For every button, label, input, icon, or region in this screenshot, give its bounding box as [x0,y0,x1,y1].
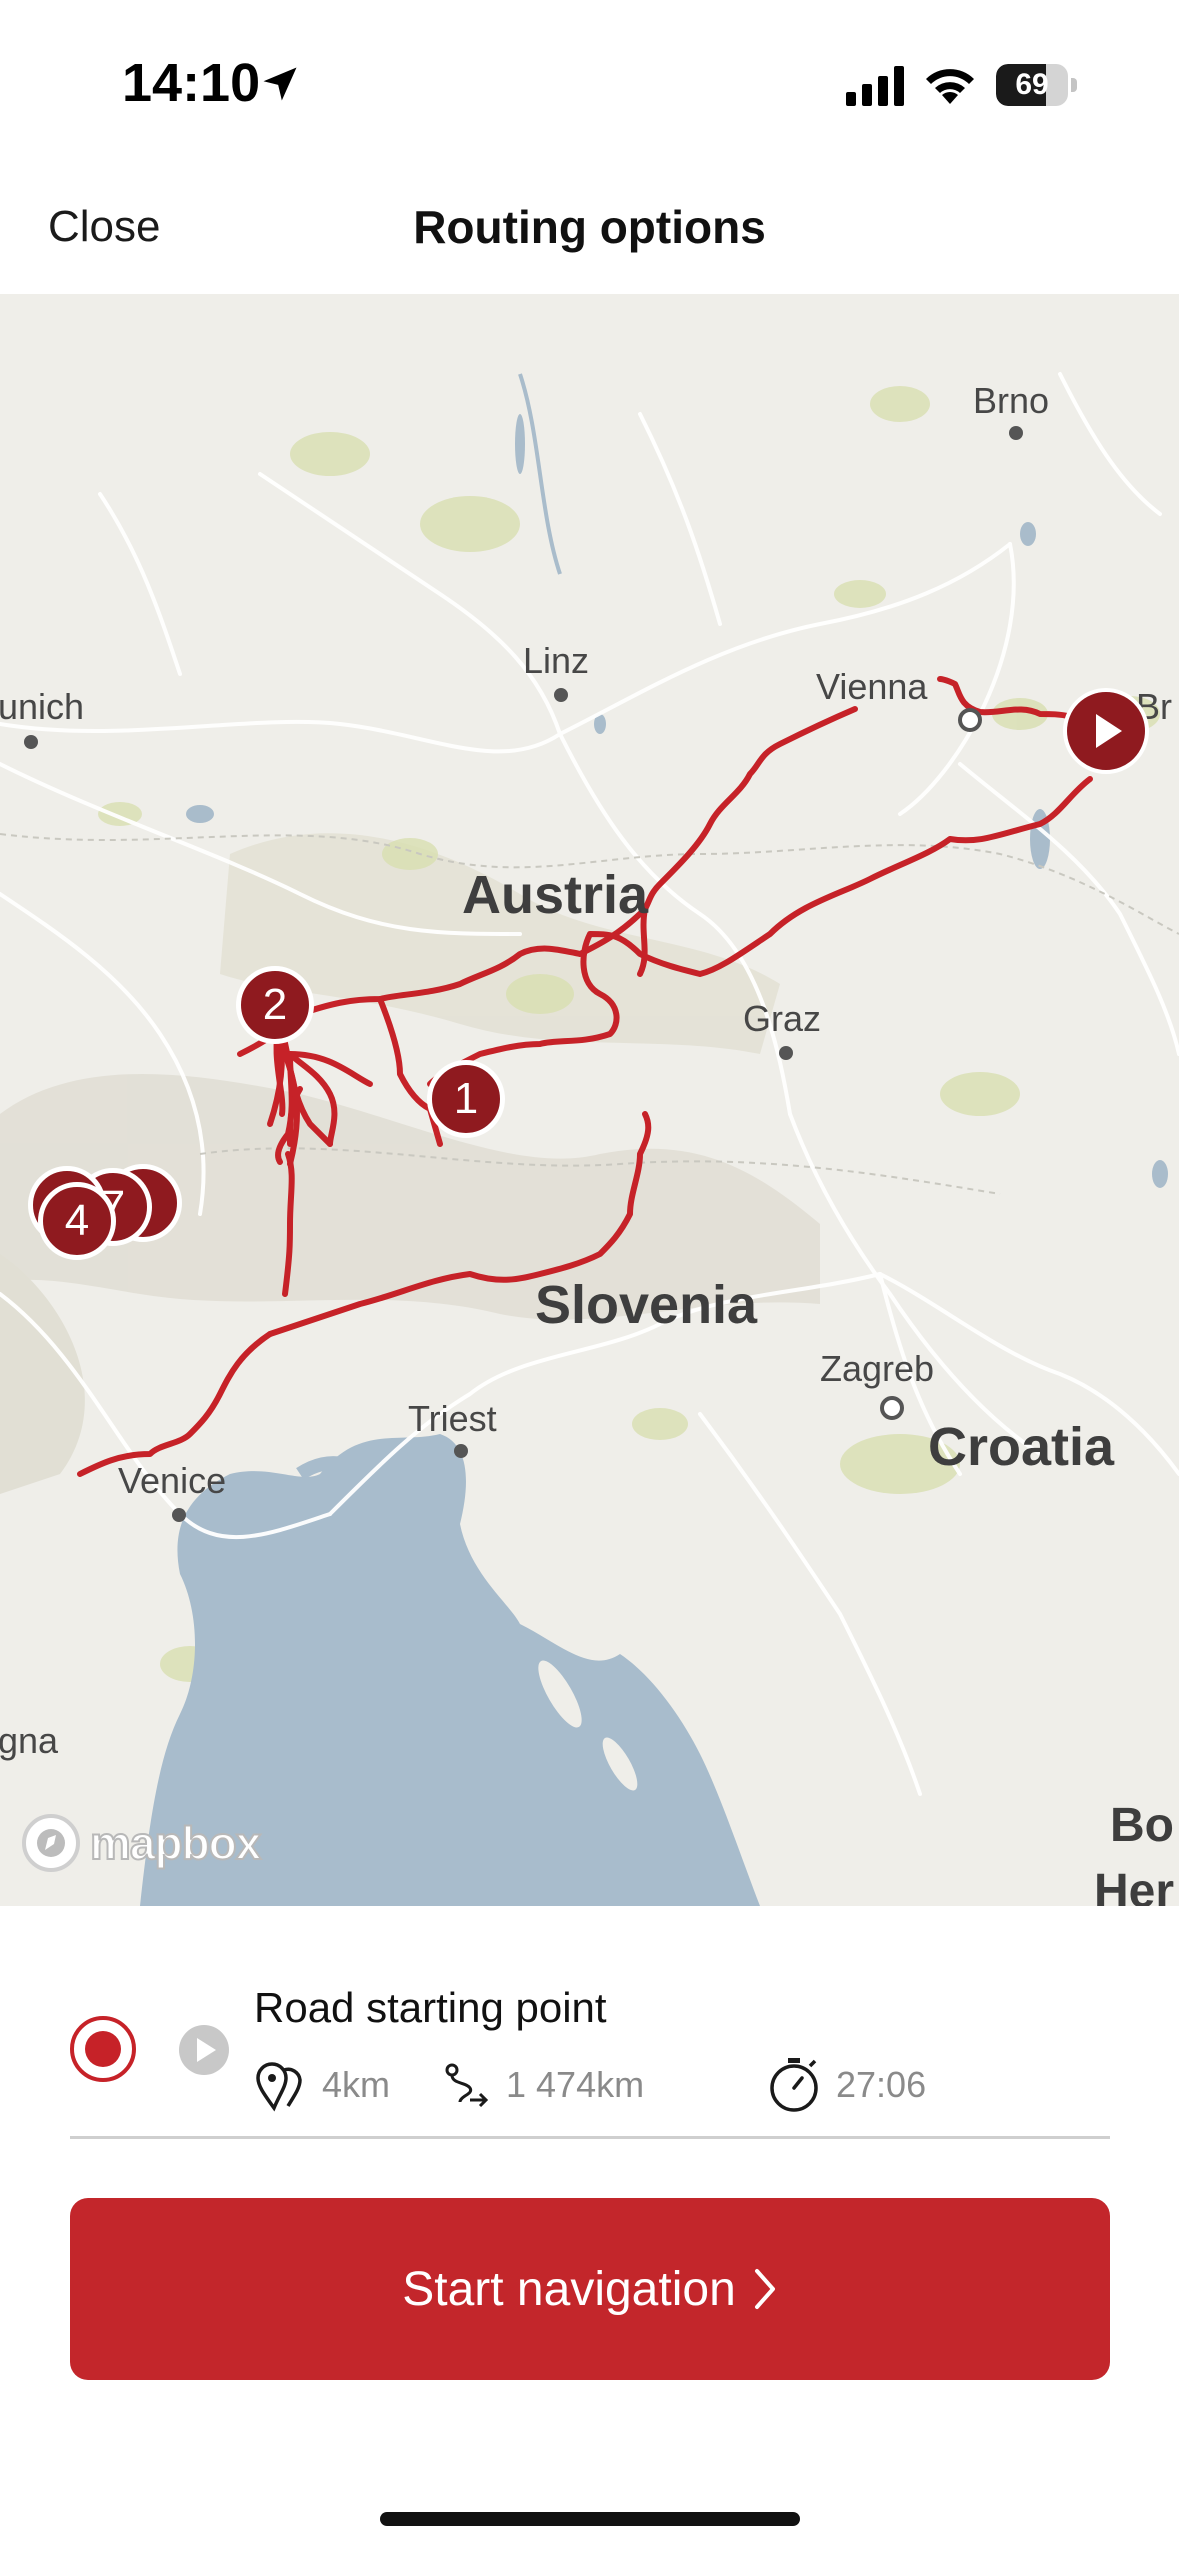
play-icon [1096,714,1122,748]
cellular-signal-icon [846,66,904,106]
mapbox-attribution: mapbox [89,1816,262,1870]
city-label-linz: Linz [523,640,590,681]
play-circle-icon [179,2025,229,2075]
city-label-graz: Graz [743,998,822,1039]
country-label-austria: Austria [462,865,649,925]
battery-icon: 69 [996,64,1078,106]
city-label-vienna: Vienna [816,666,928,707]
radio-selected-dot [85,2031,121,2067]
city-label-brno: Brno [973,380,1050,421]
mapbox-logo-icon [22,1814,80,1872]
battery-body: 69 [996,64,1068,106]
total-distance: 1 474km [506,2064,645,2105]
distance-to-start: 4km [322,2064,391,2105]
city-dot-munich [24,735,38,749]
route-distance-icon [445,2063,489,2108]
route-title: Road starting point [254,1984,607,2031]
location-arrow-icon [263,67,297,101]
route-duration: 27:06 [836,2064,927,2105]
status-bar: 14:10 69 [0,0,1179,170]
battery-percent: 69 [1015,68,1049,101]
city-dot-graz [779,1046,793,1060]
city-label-venice: Venice [118,1460,227,1501]
waypoint-marker-1[interactable]: 1 [427,1060,505,1138]
country-label-bosnia: Bo [1110,1799,1174,1852]
start-navigation-label: Start navigation [402,2262,736,2316]
header: Close Routing options [0,180,1179,290]
map-view[interactable]: Brno Linz unich Vienna Br Graz Triest Ve… [0,294,1179,1906]
status-time: 14:10 [122,53,261,113]
city-dot-vienna [958,708,982,732]
home-indicator[interactable] [380,2512,800,2526]
waypoint-marker-4[interactable]: 4 [38,1182,116,1260]
battery-cap [1071,78,1077,92]
start-navigation-button[interactable]: Start navigation [70,2198,1110,2380]
chevron-right-icon [754,2269,775,2309]
page-title: Routing options [413,201,766,253]
country-label-croatia: Croatia [928,1417,1115,1477]
route-radio-button[interactable] [70,2016,136,2082]
wifi-icon [926,69,974,104]
route-option-row[interactable]: Road starting point 4km 1 474km 27:06 [70,1958,1110,2138]
city-dot-triest [454,1444,468,1458]
city-dot-venice [172,1508,186,1522]
city-label-zagreb: Zagreb [820,1348,935,1389]
waypoint-distance-icon [256,2062,302,2112]
city-dot-linz [554,688,568,702]
city-label-munich: unich [0,686,85,727]
country-label-herzegovina: Her [1094,1865,1175,1906]
city-dot-brno [1009,426,1023,440]
divider [70,2136,1110,2139]
country-label-slovenia: Slovenia [535,1275,758,1335]
city-dot-zagreb [880,1396,904,1420]
routing-options-screen: 14:10 69 Close Routing options Brno Linz… [0,0,1179,2556]
city-label-triest: Triest [408,1398,497,1439]
waypoint-marker-2[interactable]: 2 [236,966,314,1044]
stopwatch-icon [770,2058,818,2112]
route-path [77,676,1103,1477]
route-start-marker[interactable] [1063,688,1149,774]
city-label-bologna: gna [0,1720,59,1761]
